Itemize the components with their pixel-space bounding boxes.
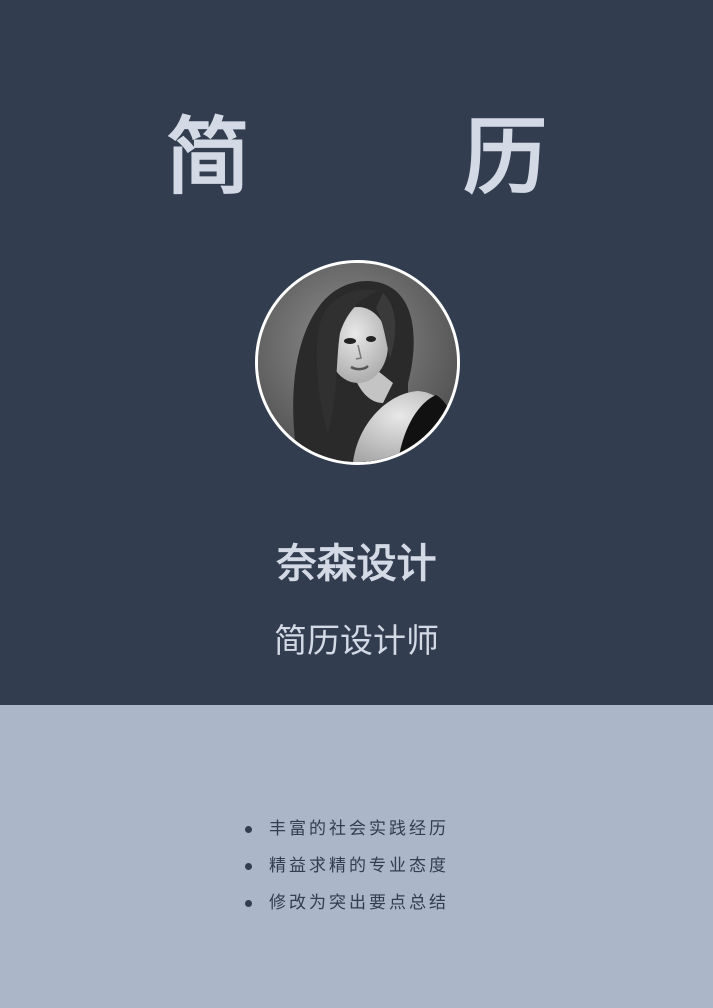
bullet-icon [245, 863, 252, 870]
list-item: 修改为突出要点总结 [243, 889, 449, 926]
page-title: 简 历 [165, 108, 640, 206]
resume-cover: 简 历 奈森设计 简历设计师 丰富的社会实践经历 精益求精的专业态度 修改为突出… [0, 0, 713, 1008]
list-item: 精益求精的专业态度 [243, 852, 449, 889]
list-item: 丰富的社会实践经历 [243, 815, 449, 852]
highlight-text: 精益求精的专业态度 [269, 856, 449, 876]
highlight-text: 丰富的社会实践经历 [269, 819, 449, 839]
bullet-icon [245, 826, 252, 833]
bullet-icon [245, 900, 252, 907]
portrait-photo-icon [258, 263, 457, 462]
highlight-list: 丰富的社会实践经历 精益求精的专业态度 修改为突出要点总结 [243, 815, 449, 926]
highlight-text: 修改为突出要点总结 [269, 893, 449, 913]
job-title: 简历设计师 [274, 621, 439, 660]
avatar [255, 260, 460, 465]
header-panel: 简 历 奈森设计 简历设计师 [0, 0, 713, 705]
designer-name: 奈森设计 [276, 541, 437, 587]
